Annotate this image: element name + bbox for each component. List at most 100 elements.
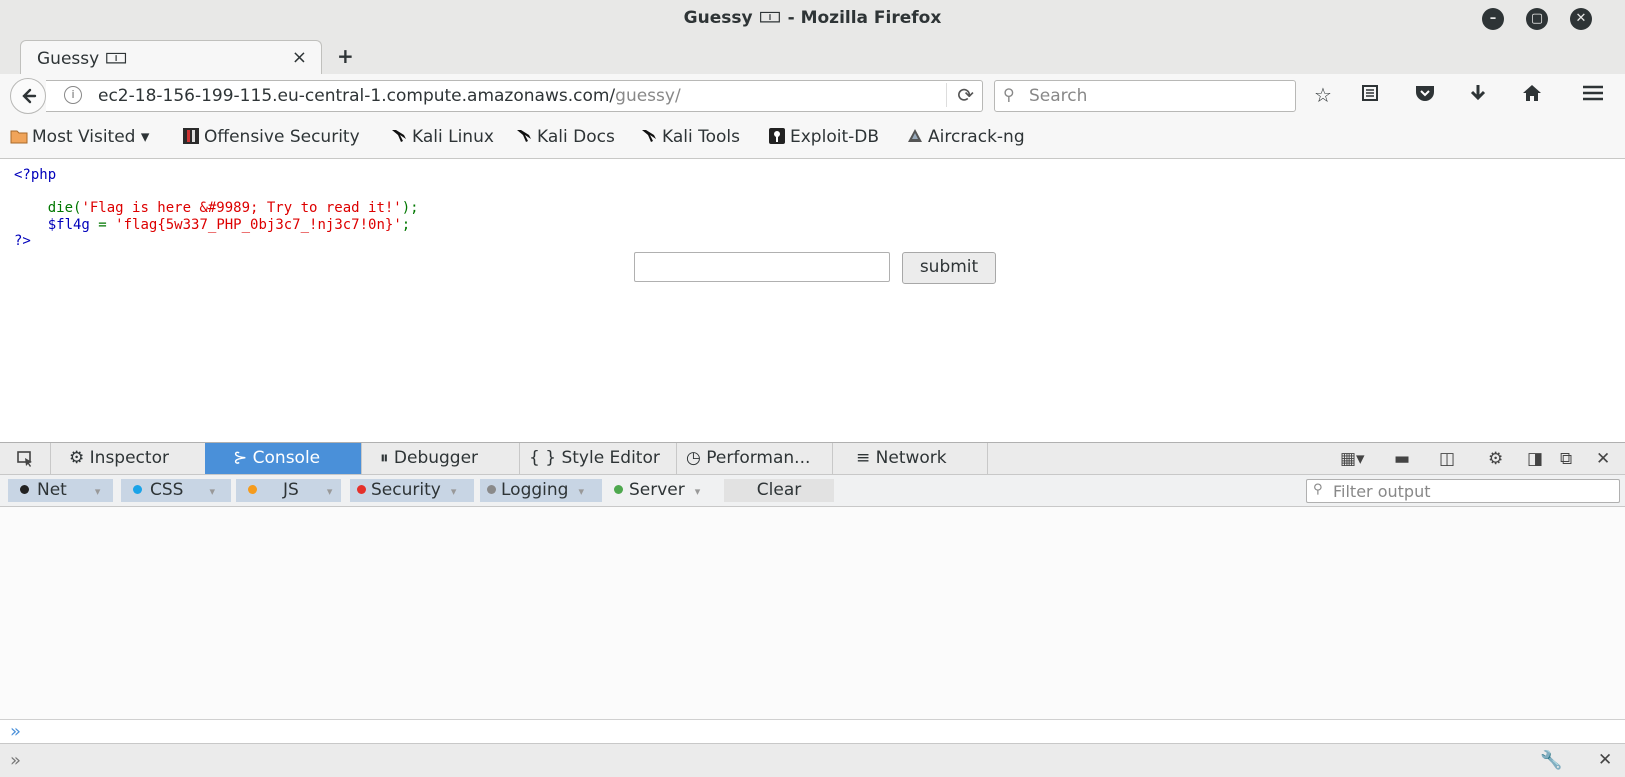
php-assign: = [89,216,116,233]
window-title: Guessy 🀱 - Mozilla Firefox [683,8,942,28]
home-icon[interactable] [1521,83,1543,108]
performance-icon: ◷ [686,448,701,468]
bookmarks-toolbar: Most Visited ▾ Offensive Security Kali L… [0,118,1625,159]
console-icon: ⊱ [233,448,248,468]
tab-console[interactable]: ⊱ Console [205,443,362,474]
php-open-tag: <?php [14,167,57,183]
url-host: ec2-18-156-199-115.eu-central-1.compute.… [98,86,616,106]
console-filter-bar: Net ▾ CSS ▾ JS ▾ Security ▾ Logging ▾ Server ▾… [0,475,1625,507]
offsec-icon [183,128,199,144]
tab-strip: Guessy 🀱 × + [0,36,1625,75]
new-tab-button[interactable]: + [337,44,354,68]
kali-dragon-icon [392,130,406,142]
close-bar-icon[interactable]: ✕ [1598,750,1612,770]
page-content: <?php die('Flag is here &#9989; Try to r… [0,159,1625,442]
search-input[interactable] [1027,84,1286,108]
search-bar[interactable]: ⚲ [994,80,1296,112]
back-button[interactable] [10,78,46,114]
php-source-code: <?php die('Flag is here &#9989; Try to r… [14,167,419,250]
tab-guessy[interactable]: Guessy 🀱 × [20,40,322,75]
filter-css[interactable]: CSS ▾ [121,479,231,502]
prompt-chevron-icon: » [10,721,22,742]
element-picker-button[interactable] [0,443,51,474]
folder-icon [10,130,28,144]
tab-style-editor[interactable]: { } Style Editor [519,443,677,474]
php-die-call: die( [47,200,82,216]
guess-input[interactable] [634,252,890,282]
filter-js[interactable]: JS ▾ [236,479,341,502]
filter-server[interactable]: Server ▾ [608,479,718,502]
element-picker-icon [17,451,32,467]
bookmark-exploit-db[interactable]: Exploit-DB [768,127,879,147]
bookmark-kali-linux[interactable]: Kali Linux [390,127,494,147]
kali-dragon-icon [517,130,531,142]
filter-output-input[interactable] [1331,481,1615,502]
console-bottom-bar: » 🔧 ✕ [0,743,1625,777]
download-icon[interactable] [1468,83,1488,108]
toggle-toolbox-icon[interactable]: ▦▾ [1340,449,1365,469]
exploitdb-icon [769,128,785,144]
console-input-line[interactable]: » [0,719,1625,744]
devtools-panel: ⚙ Inspector ⊱ Console ⏸ Debugger { } Sty… [0,442,1625,777]
console-output [0,507,1625,719]
filter-net[interactable]: Net ▾ [8,479,113,502]
dock-side-icon[interactable]: ◨ [1527,449,1543,469]
php-flag-string: 'flag{5w337_PHP_0bj3c7_!nj3c7!0n}' [115,216,402,233]
clear-button[interactable]: Clear [724,479,834,502]
inspector-icon: ⚙ [69,448,85,468]
search-icon: ⚲ [1003,85,1015,104]
maximize-button[interactable]: ▢ [1526,8,1548,30]
devtools-tab-bar: ⚙ Inspector ⊱ Console ⏸ Debugger { } Sty… [0,443,1625,475]
title-bar: Guessy 🀱 - Mozilla Firefox – ▢ ✕ [0,0,1625,37]
url-bar[interactable]: i ec2-18-156-199-115.eu-central-1.comput… [46,80,983,112]
php-close-tag: ?> [14,233,31,249]
responsive-mode-icon[interactable]: ◫ [1439,449,1455,469]
bookmark-star-icon[interactable]: ☆ [1314,83,1332,107]
php-flag-variable: $fl4g [47,216,90,233]
debugger-icon: ⏸ [380,448,389,468]
close-window-button[interactable]: ✕ [1570,8,1592,30]
bookmark-offensive-security[interactable]: Offensive Security [182,127,360,147]
bookmark-kali-tools[interactable]: Kali Tools [640,127,740,147]
settings-gear-icon[interactable]: ⚙ [1488,449,1503,469]
filter-logging[interactable]: Logging ▾ [480,479,602,502]
aircrack-icon [908,129,922,142]
filter-security[interactable]: Security ▾ [350,479,474,502]
server-dot-icon [614,485,623,494]
filter-output-box[interactable]: ⚲ [1306,479,1620,503]
minimize-button[interactable]: – [1482,8,1504,30]
tab-network[interactable]: ≡ Network [832,443,988,474]
tab-inspector[interactable]: ⚙ Inspector [51,443,206,474]
js-dot-icon [248,485,257,494]
net-dot-icon [20,485,29,494]
reading-list-icon[interactable] [1360,83,1380,108]
security-dot-icon [357,485,366,494]
bookmark-aircrack-ng[interactable]: Aircrack-ng [906,127,1025,147]
bookmark-kali-docs[interactable]: Kali Docs [515,127,615,147]
bookmark-most-visited[interactable]: Most Visited ▾ [10,127,149,147]
css-dot-icon [133,485,142,494]
php-die-string: 'Flag is here &#9989; Try to read it!' [81,200,402,216]
style-editor-icon: { } [529,448,557,468]
undock-window-icon[interactable]: ⧉ [1560,449,1572,469]
kali-dragon-icon [642,130,656,142]
tab-close-icon[interactable]: × [292,47,307,68]
submit-button[interactable]: submit [902,252,996,284]
firefox-window: Guessy 🀱 - Mozilla Firefox – ▢ ✕ Guessy … [0,0,1625,777]
menu-icon[interactable] [1582,83,1604,108]
expand-chevron-icon[interactable]: » [10,750,21,771]
site-info-icon[interactable]: i [64,86,82,104]
nav-bar: i ec2-18-156-199-115.eu-central-1.comput… [0,74,1625,118]
wrench-icon[interactable]: 🔧 [1540,750,1562,771]
url-text[interactable]: ec2-18-156-199-115.eu-central-1.compute.… [98,86,681,106]
network-icon: ≡ [856,448,871,468]
reload-icon[interactable]: ⟳ [946,83,974,107]
tab-debugger[interactable]: ⏸ Debugger [362,443,520,474]
tab-performance[interactable]: ◷ Performan... [676,443,833,474]
pocket-icon[interactable] [1414,83,1436,108]
php-semicolon: ; [401,216,411,233]
filter-search-icon: ⚲ [1313,482,1323,497]
split-console-icon[interactable]: ▬ [1394,449,1410,469]
close-devtools-icon[interactable]: ✕ [1596,449,1610,469]
php-die-end: ); [401,200,419,216]
